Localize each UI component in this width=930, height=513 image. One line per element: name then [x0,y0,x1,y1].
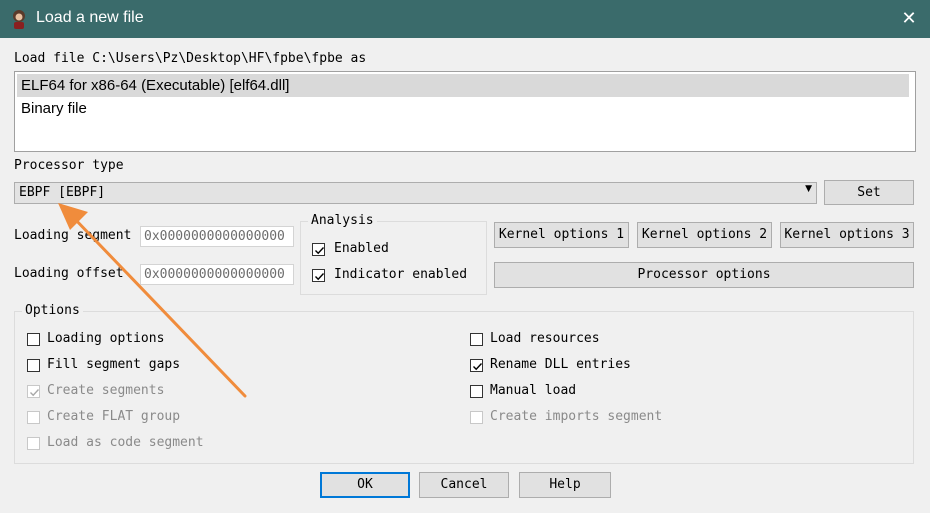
annotation-arrow-icon [58,203,247,398]
